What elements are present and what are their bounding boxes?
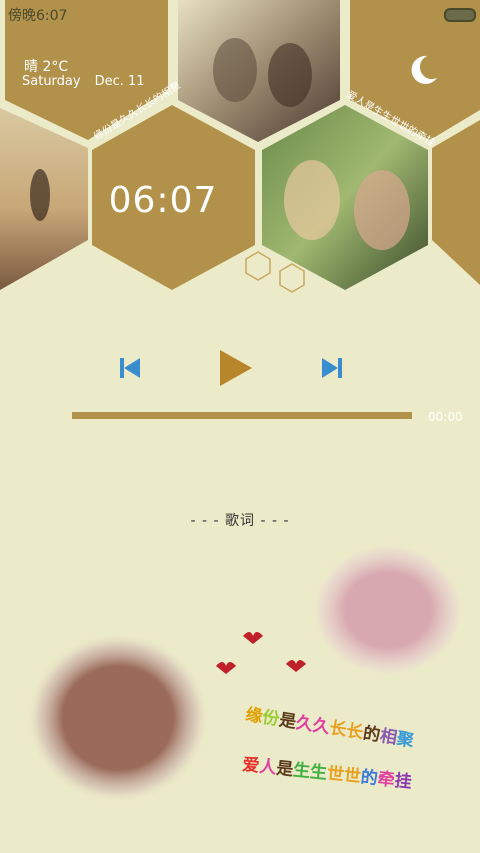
poem-char: 聚	[395, 728, 416, 752]
photo-circle-couple	[26, 632, 210, 804]
weather-condition: 晴	[24, 59, 38, 75]
progress-time: 00:00	[428, 410, 463, 424]
poem-char: 是	[275, 758, 295, 781]
play-button[interactable]	[218, 348, 254, 388]
heart-icon	[216, 662, 236, 674]
next-track-button[interactable]	[320, 356, 344, 380]
photo-figure	[284, 160, 340, 240]
poem-char: 世	[325, 763, 345, 786]
date-day: Dec. 11	[94, 74, 145, 89]
hex-outline-decoration	[245, 251, 271, 281]
photo-figure	[213, 38, 257, 102]
status-time: 傍晚6:07	[8, 8, 68, 24]
poem-char: 挂	[393, 770, 413, 793]
clock-time: 06:07	[108, 180, 218, 221]
poem-char: 牵	[376, 769, 396, 791]
hex-photo-couple-top	[178, 0, 340, 142]
battery-icon	[444, 8, 476, 22]
poem-char: 生	[309, 762, 329, 784]
lyrics-header: - - - 歌词 - - -	[190, 513, 290, 529]
hex-tile-edge	[432, 120, 480, 285]
poem-char: 爱	[241, 754, 261, 777]
poem-char: 人	[258, 756, 278, 779]
heart-icon	[286, 660, 306, 672]
poem-char: 的	[359, 767, 379, 790]
weather-readout: 晴 2°C	[24, 56, 68, 76]
progress-bar[interactable]	[72, 412, 412, 419]
hex-outline-decoration	[279, 263, 305, 293]
photo-figure	[30, 169, 50, 221]
moon-icon	[411, 55, 437, 84]
poem-char: 生	[292, 760, 312, 782]
weekday: Saturday	[22, 74, 81, 89]
poem-char: 世	[342, 765, 362, 788]
previous-track-button[interactable]	[118, 356, 142, 380]
photo-circle-love	[310, 542, 466, 678]
photo-figure	[354, 170, 410, 250]
heart-icon	[243, 632, 263, 644]
date-readout: Saturday Dec. 11	[22, 74, 145, 89]
weather-temperature: 2°C	[42, 59, 69, 75]
photo-figure	[268, 43, 312, 107]
